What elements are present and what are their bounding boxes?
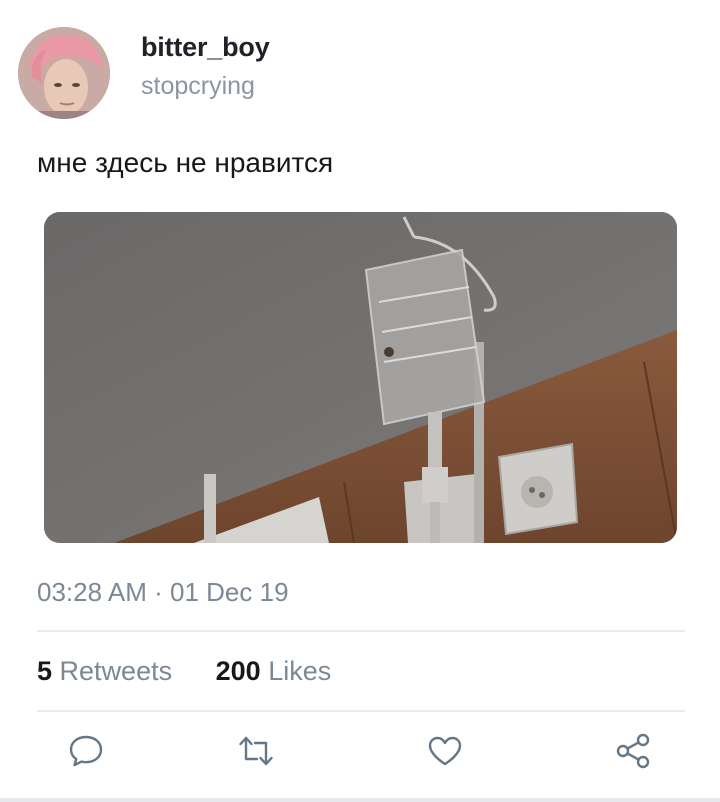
avatar-photo (18, 27, 110, 119)
tweet-time: 03:28 AM (37, 577, 147, 607)
likes-label: Likes (268, 656, 332, 686)
username[interactable]: stopcrying (141, 72, 255, 101)
share-icon (616, 733, 650, 769)
display-name[interactable]: bitter_boy (141, 32, 270, 63)
retweet-icon (239, 736, 273, 766)
avatar[interactable] (18, 27, 110, 119)
retweet-button[interactable] (237, 732, 275, 770)
tweet-date: 01 Dec 19 (170, 577, 289, 607)
timestamp-separator: · (154, 577, 163, 607)
likes-stat[interactable]: 200 Likes (216, 656, 332, 686)
retweets-count: 5 (37, 656, 53, 686)
timestamp: 03:28 AM · 01 Dec 19 (37, 577, 289, 608)
divider-bottom (37, 710, 685, 712)
bottom-border (0, 798, 720, 802)
retweets-label: Retweets (59, 656, 173, 686)
comment-icon (69, 735, 103, 767)
tweet-text: мне здесь не нравится (37, 147, 334, 178)
reply-button[interactable] (67, 732, 105, 770)
retweets-stat[interactable]: 5 Retweets (37, 656, 180, 686)
tweet-stats: 5 Retweets 200 Likes (37, 656, 331, 687)
divider-top (37, 630, 685, 632)
likes-count: 200 (215, 656, 261, 686)
share-button[interactable] (614, 732, 652, 770)
tweet-photo[interactable] (44, 212, 677, 543)
heart-icon (428, 736, 462, 766)
like-button[interactable] (426, 732, 464, 770)
